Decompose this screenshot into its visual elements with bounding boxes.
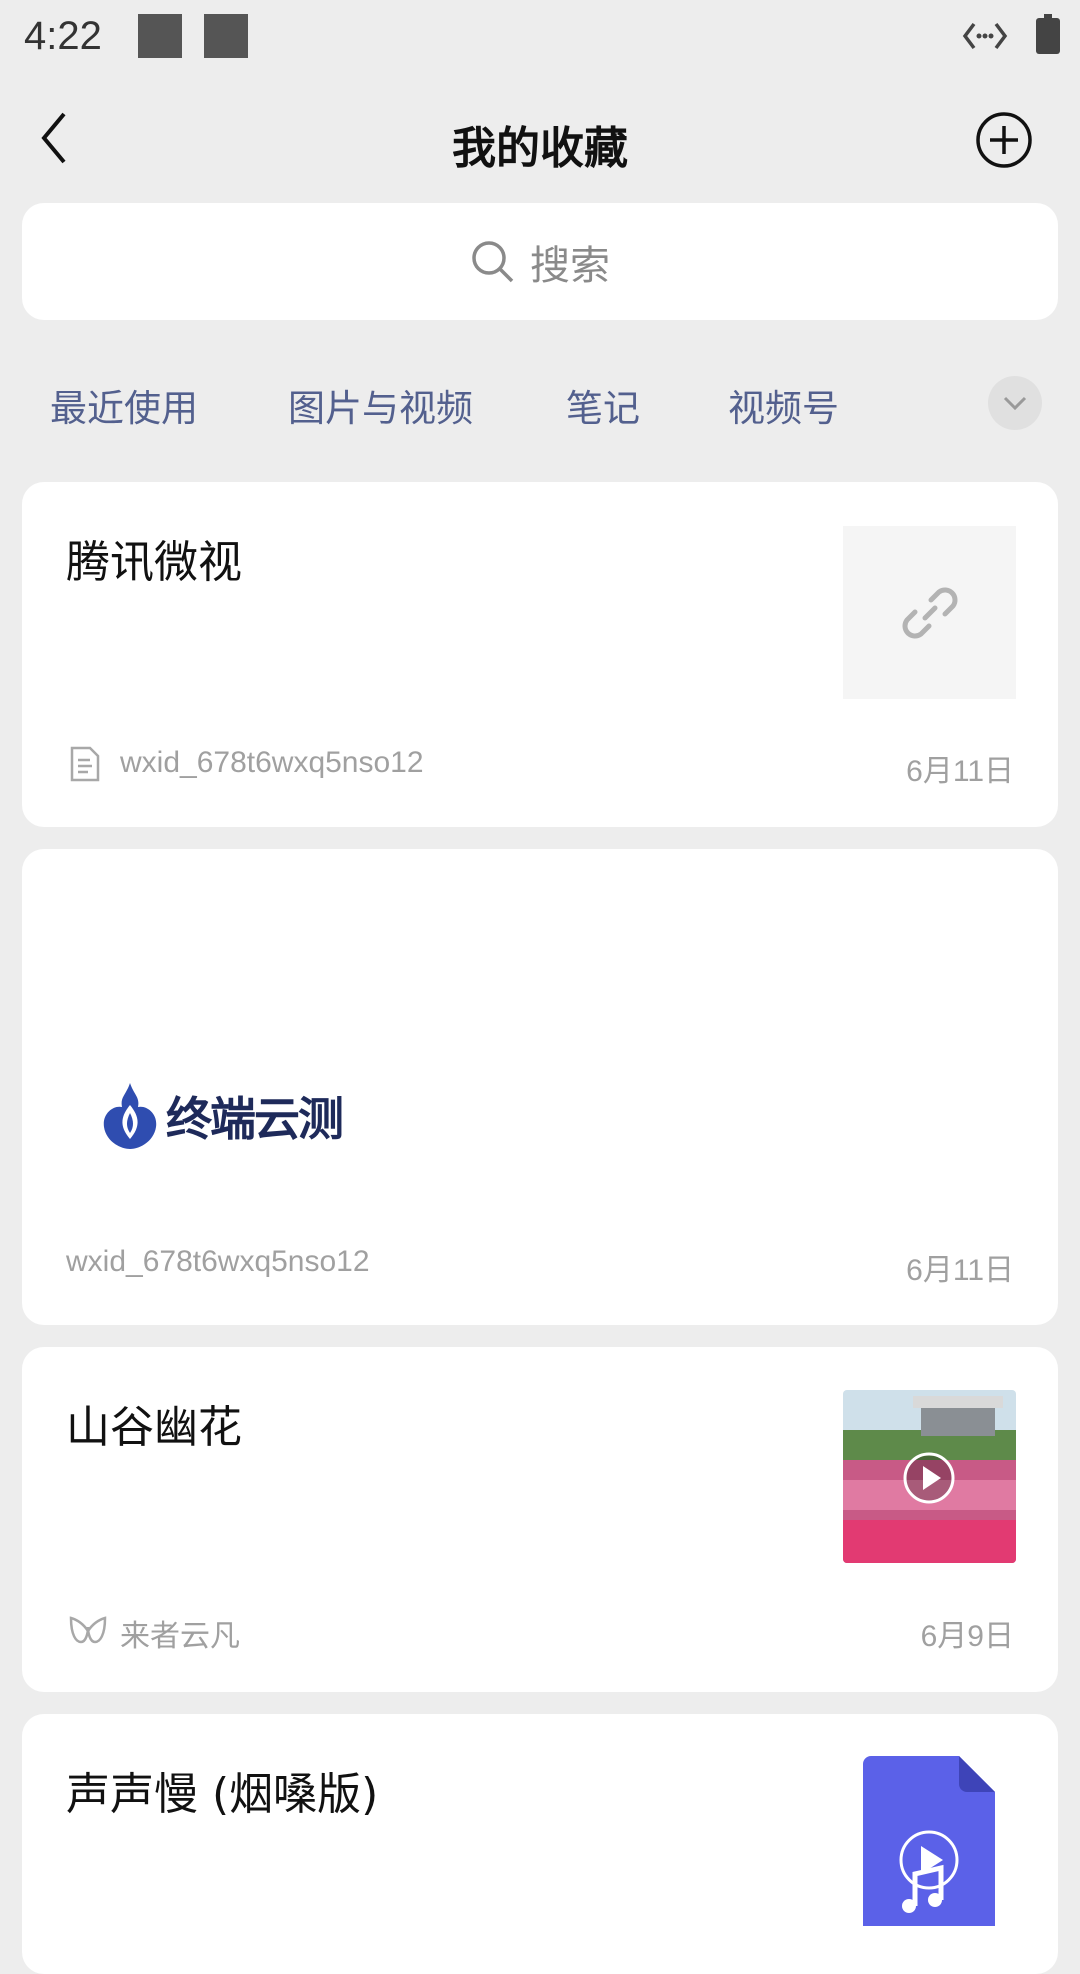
logo-flame-icon [103, 1083, 157, 1149]
channels-icon [69, 1616, 107, 1644]
tab-channels[interactable]: 视频号 [728, 378, 839, 432]
item-source: wxid_678t6wxq5nso12 [120, 746, 424, 779]
favorite-item-video[interactable]: 山谷幽花 来者云凡 6月9日 [22, 1347, 1058, 1692]
item-title: 腾讯微视 [66, 537, 242, 588]
search-bar[interactable]: 搜索 [22, 203, 1058, 320]
expand-tabs-button[interactable] [988, 376, 1042, 430]
video-preview-image [843, 1390, 1016, 1563]
item-title: 声声慢 (烟嗓版) [66, 1769, 379, 1820]
add-circle-icon[interactable] [974, 110, 1034, 170]
item-source: wxid_678t6wxq5nso12 [66, 1245, 370, 1278]
music-file-icon [863, 1756, 995, 1926]
item-title: 山谷幽花 [66, 1402, 242, 1453]
search-icon [472, 240, 514, 282]
item-source: 来者云凡 [120, 1620, 240, 1653]
status-time: 4:22 [24, 14, 102, 58]
item-date: 6月11日 [906, 755, 1014, 788]
favorite-item-music[interactable]: 声声慢 (烟嗓版) [22, 1714, 1058, 1974]
image-logo: 终端云测 [96, 1081, 344, 1151]
search-placeholder: 搜索 [530, 242, 610, 289]
code-brackets-icon [962, 22, 1008, 50]
image-text: 终端云测 [166, 1092, 344, 1146]
tab-notes[interactable]: 笔记 [566, 378, 640, 432]
item-date: 6月9日 [920, 1620, 1014, 1653]
tab-recent[interactable]: 最近使用 [50, 378, 198, 432]
item-date: 6月11日 [906, 1254, 1014, 1287]
chevron-down-icon [1003, 396, 1027, 411]
tab-images-videos[interactable]: 图片与视频 [288, 378, 473, 432]
favorite-item-image[interactable]: 终端云测 wxid_678t6wxq5nso12 6月11日 [22, 849, 1058, 1325]
favorite-item-link[interactable]: 腾讯微视 wxid_678t6wxq5nso12 6月11日 [22, 482, 1058, 827]
page-title: 我的收藏 [452, 123, 628, 174]
battery-icon [1036, 14, 1060, 54]
link-icon [902, 587, 957, 638]
video-thumbnail [843, 1390, 1016, 1563]
link-thumbnail [843, 526, 1016, 699]
note-icon [70, 746, 100, 782]
notification-icon [204, 14, 248, 58]
notification-icon [138, 14, 182, 58]
